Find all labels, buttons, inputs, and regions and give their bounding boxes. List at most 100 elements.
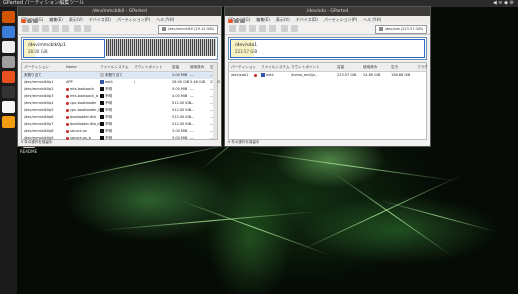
firefox-icon[interactable] xyxy=(2,116,15,128)
cell-partition: /dev/mmcblk0p6 xyxy=(24,114,53,121)
cell-name-text: mts-bootpack_b xyxy=(70,94,99,98)
new-partition-icon[interactable] xyxy=(229,25,236,32)
menu-bar: GParted(G) 編集(E) 表示(V) デバイス(D) パーティション(P) ヘルプ… xyxy=(18,16,221,23)
col-partition[interactable]: パーティション xyxy=(231,63,256,71)
disk-map: /dev/mmcblk0p1 28.00 GiB xyxy=(21,37,218,60)
col-mountpoint[interactable]: マウントポイント xyxy=(291,63,320,71)
delete-partition-icon[interactable] xyxy=(32,25,39,32)
cell-size-text: 4.00 MiB xyxy=(172,87,188,91)
segment-name: /dev/mmcblk0p1 xyxy=(28,43,66,48)
col-flags[interactable]: フラグ xyxy=(417,63,428,71)
cell-size-text: 2.00 MiB xyxy=(172,73,188,77)
menu-view[interactable]: 表示(V) xyxy=(276,17,290,22)
resize-icon[interactable] xyxy=(249,25,256,32)
menu-view[interactable]: 表示(V) xyxy=(69,17,83,22)
col-size[interactable]: 容量 xyxy=(172,63,179,71)
cell-name-text: secure-os xyxy=(70,129,87,133)
menu-help[interactable]: ヘルプ(H) xyxy=(156,17,174,22)
col-used[interactable]: 使用済み xyxy=(363,63,377,71)
device-selector[interactable]: /dev/sda (223.57 GiB) xyxy=(374,25,427,34)
cell-used: --- xyxy=(190,121,194,128)
col-size[interactable]: 容量 xyxy=(337,63,344,71)
col-partition[interactable]: パーティション xyxy=(24,63,49,71)
filesystem-color-icon xyxy=(261,73,265,77)
table-row[interactable]: 未割り当て 未割り当て 2.00 MiB --- --- xyxy=(22,72,217,79)
table-header: パーティション ファイルシステム マウントポイント 容量 使用済み 空き フラグ xyxy=(229,63,428,72)
scrollbar[interactable] xyxy=(213,63,217,139)
resize-icon[interactable] xyxy=(42,25,49,32)
menu-partition[interactable]: パーティション(P) xyxy=(117,17,150,22)
cell-mountpoint: / xyxy=(134,79,135,86)
cell-size-text: 3.00 MiB xyxy=(172,136,188,140)
cell-partition-text: /dev/mmcblk0p7 xyxy=(24,122,54,126)
files-icon[interactable] xyxy=(2,26,15,38)
apply-icon[interactable] xyxy=(291,25,298,32)
undo-icon[interactable] xyxy=(281,25,288,32)
cell-name-text: bootloader-dtb_b xyxy=(70,122,100,126)
table-row[interactable]: /dev/mmcblk0p7 bootloader-dtb_b 不明 512.00 K… xyxy=(22,121,217,128)
cell-size-text: 223.57 GiB xyxy=(337,73,357,77)
settings-icon[interactable] xyxy=(2,56,15,68)
menu-help[interactable]: ヘルプ(H) xyxy=(363,17,381,22)
copy-icon[interactable] xyxy=(52,25,59,32)
col-free[interactable]: 空き xyxy=(391,63,398,71)
cell-partition-text: /dev/sda1 xyxy=(231,73,249,77)
table-row[interactable]: /dev/mmcblk0p2 mts-bootpack 不明 4.00 MiB --- -… xyxy=(22,86,217,93)
cell-partition-text: /dev/mmcblk0p8 xyxy=(24,129,54,133)
table-row[interactable]: /dev/sda1 ext4/home_mnt/ju... 223.57 GiB 24… xyxy=(229,72,426,79)
table-row[interactable]: /dev/mmcblk0p4 cpu-bootloader 不明 512.00 KiB… xyxy=(22,100,217,107)
cell-filesystem-text: 不明 xyxy=(105,108,112,112)
cell-name: secure-os xyxy=(66,128,87,135)
paste-icon[interactable] xyxy=(269,25,276,32)
cell-used: --- xyxy=(190,107,194,114)
dash-home-icon[interactable] xyxy=(2,11,15,23)
table-row[interactable]: /dev/mmcblk0p3 mts-bootpack_b 不明 4.00 MiB --… xyxy=(22,93,217,100)
menu-partition[interactable]: パーティション(P) xyxy=(324,17,357,22)
col-filesystem[interactable]: ファイルシステム xyxy=(261,63,290,71)
col-mountpoint[interactable]: マウントポイント xyxy=(134,63,163,71)
col-name[interactable]: Name xyxy=(66,63,77,71)
menu-device[interactable]: デバイス(D) xyxy=(296,17,318,22)
text-editor-icon[interactable] xyxy=(2,41,15,53)
cell-partition-text: /dev/mmcblk0p5 xyxy=(24,108,54,112)
menu-device[interactable]: デバイス(D) xyxy=(89,17,111,22)
cell-used-text: --- xyxy=(190,73,194,77)
cell-filesystem-text: 不明 xyxy=(105,94,112,98)
ubuntu-store-icon[interactable] xyxy=(2,71,15,83)
cell-size-text: 512.00 KiB xyxy=(172,108,192,112)
cell-name-text: APP xyxy=(66,80,73,84)
undo-icon[interactable] xyxy=(74,25,81,32)
filesystem-color-icon xyxy=(100,122,104,126)
cell-partition: /dev/mmcblk0p8 xyxy=(24,128,53,135)
table-row[interactable]: /dev/mmcblk0p5 cpu-bootloader_b 不明 512.00 K… xyxy=(22,107,217,114)
table-row[interactable]: /dev/mmcblk0p6 bootloader-dtb 不明 512.00 KiB… xyxy=(22,114,217,121)
table-row[interactable]: /dev/mmcblk0p1APPext4/28.00 GiB5.46 GiB2… xyxy=(22,79,221,86)
device-label: /dev/mmcblk0 (29.12 GiB) xyxy=(167,27,214,31)
cell-size-text: 512.00 KiB xyxy=(172,101,192,105)
system-monitor-icon[interactable] xyxy=(2,101,15,113)
cell-name-text: mts-bootpack xyxy=(70,87,95,91)
cell-size: 3.00 MiB xyxy=(172,128,187,135)
menu-edit[interactable]: 編集(E) xyxy=(256,17,270,22)
disk-segment-p1[interactable]: /dev/mmcblk0p1 28.00 GiB xyxy=(23,39,105,58)
device-selector[interactable]: /dev/mmcblk0 (29.12 GiB) xyxy=(157,25,218,34)
copy-icon[interactable] xyxy=(259,25,266,32)
terminal-icon[interactable] xyxy=(2,86,15,98)
col-used[interactable]: 使用済み xyxy=(190,63,204,71)
disk-segment-sda1[interactable]: /dev/sda1 223.57 GiB xyxy=(230,39,425,58)
disk-segment-other[interactable] xyxy=(106,39,216,56)
table-row[interactable]: /dev/mmcblk0p8 secure-os 不明 3.00 MiB --- --- xyxy=(22,128,217,135)
col-filesystem[interactable]: ファイルシステム xyxy=(100,63,129,71)
cell-filesystem: 不明 xyxy=(100,135,112,142)
menu-edit[interactable]: 編集(E) xyxy=(49,17,63,22)
cell-name: bootloader-dtb_b xyxy=(66,121,100,128)
apply-icon[interactable] xyxy=(84,25,91,32)
cell-filesystem-text: 不明 xyxy=(105,129,112,133)
cell-used-text: --- xyxy=(190,101,194,105)
cell-mountpoint-text: /home_mnt/ju... xyxy=(291,73,319,77)
paste-icon[interactable] xyxy=(62,25,69,32)
delete-partition-icon[interactable] xyxy=(239,25,246,32)
lock-icon xyxy=(66,94,69,98)
new-partition-icon[interactable] xyxy=(22,25,29,32)
system-tray[interactable]: ◀ ≋ ◆ ⚙ xyxy=(493,0,514,7)
